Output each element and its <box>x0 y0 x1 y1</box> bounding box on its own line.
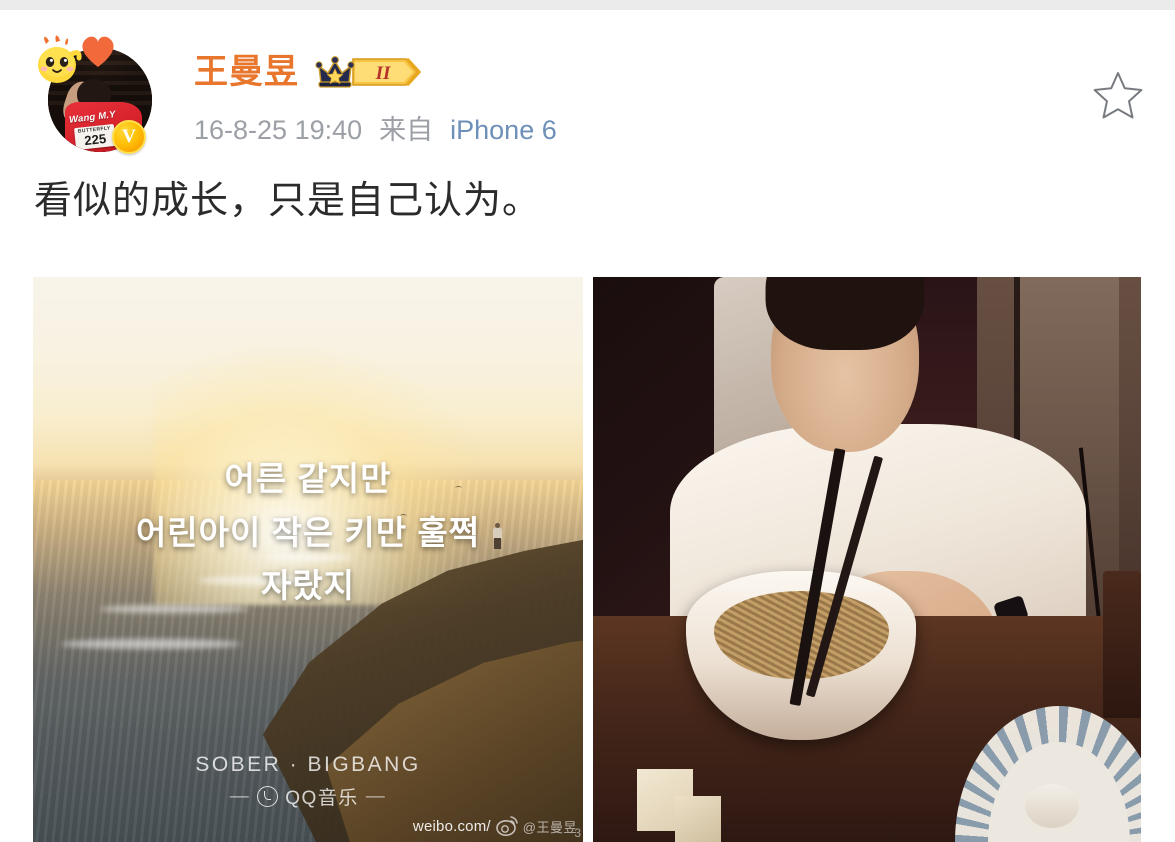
lyrics-overlay: 어른 같지만 어린아이 작은 키만 훌쩍 자랐지 <box>33 452 583 612</box>
author-row: 王曼昱 II <box>194 50 1155 94</box>
vip-level-badge[interactable]: II <box>313 53 423 91</box>
verified-badge-letter: V <box>122 126 136 147</box>
star-icon[interactable] <box>1089 66 1147 124</box>
top-status-strip <box>0 0 1175 10</box>
dash-left: — <box>229 785 251 807</box>
media-item-1[interactable]: 어른 같지만 어린아이 작은 키만 훌쩍 자랐지 SOBER · BIGBANG… <box>33 277 583 842</box>
post-meta-row: 16-8-25 19:40 来自 iPhone 6 <box>194 108 1155 147</box>
post-header: Wang M.Y BUTTERFLY 225 V 王曼昱 II 16-8-25 … <box>0 10 1175 162</box>
weibo-post-card: Wang M.Y BUTTERFLY 225 V 王曼昱 II 16-8-25 … <box>0 10 1175 842</box>
dash-right: — <box>365 785 387 807</box>
watermark-page-number: 3 <box>574 826 581 840</box>
avatar-bib: BUTTERFLY 225 <box>73 123 117 151</box>
song-title: SOBER · BIGBANG <box>195 753 421 776</box>
vip-badge-graphic: II <box>315 56 421 88</box>
restaurant-photo <box>593 277 1141 842</box>
weibo-logo-icon <box>495 816 518 836</box>
weibo-handle: @王曼昱 <box>522 819 577 835</box>
lyric-line-1: 어른 같지만 <box>224 460 392 498</box>
post-text: 看似的成长，只是自己认为。 <box>34 180 542 222</box>
qq-music-label-row: — QQ音乐 — <box>33 783 583 810</box>
mascot-sticker-icon <box>38 35 82 83</box>
weibo-watermark: weibo.com/ @王曼昱 <box>413 814 577 838</box>
wave-foam <box>60 638 241 649</box>
lyric-line-3: 자랐지 <box>260 567 356 605</box>
post-timestamp: 16-8-25 19:40 <box>194 115 363 145</box>
post-meta-block: 王曼昱 II 16-8-25 19:40 来自 iPhone 6 <box>194 24 1155 147</box>
music-note-icon <box>257 786 279 807</box>
sunset-scene: 어른 같지만 어린아이 작은 키만 훌쩍 자랐지 SOBER · BIGBANG… <box>33 277 583 842</box>
verified-badge: V <box>112 120 146 154</box>
heart-icon <box>82 36 114 67</box>
post-source-link[interactable]: iPhone 6 <box>450 115 557 146</box>
glass-jar <box>1102 570 1141 718</box>
tofu-block-second <box>675 796 722 842</box>
avatar-container[interactable]: Wang M.Y BUTTERFLY 225 V <box>26 24 156 162</box>
qq-music-watermark: SOBER · BIGBANG — QQ音乐 — <box>33 753 583 810</box>
svg-text:II: II <box>375 63 391 84</box>
author-name[interactable]: 王曼昱 <box>194 55 299 89</box>
qq-music-label: QQ音乐 <box>285 788 359 809</box>
media-item-2[interactable] <box>593 277 1141 842</box>
media-grid: 어른 같지만 어린아이 작은 키만 훌쩍 자랐지 SOBER · BIGBANG… <box>33 277 1141 842</box>
lyric-line-2: 어린아이 작은 키만 훌쩍 <box>135 513 481 551</box>
post-from-label: 来自 <box>379 115 434 145</box>
